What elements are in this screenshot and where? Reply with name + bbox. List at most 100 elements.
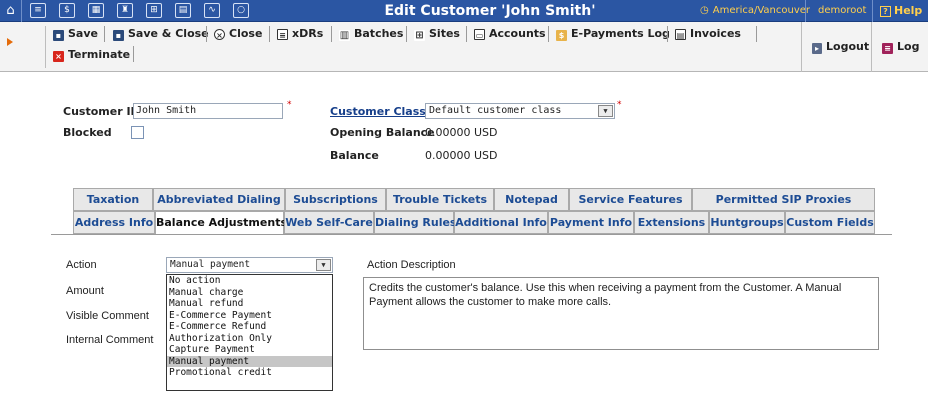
action-description-box: Credits the customer's balance. Use this… — [363, 277, 879, 350]
amount-label: Amount — [66, 285, 104, 297]
action-select[interactable]: Manual payment ▼ — [166, 257, 333, 273]
tab-service-features[interactable]: Service Features — [569, 188, 692, 211]
floppy-close-icon: ▪ — [113, 30, 124, 41]
required-marker: * — [617, 100, 622, 110]
sites-button[interactable]: ⊞ Sites — [414, 25, 460, 43]
timezone-label: America/Vancouver — [712, 5, 811, 16]
xdrs-button[interactable]: ≡ xDRs — [277, 25, 323, 43]
toolbar-separator — [104, 26, 105, 42]
toolbar-separator — [466, 26, 467, 42]
customer-class-label[interactable]: Customer Class — [330, 105, 426, 118]
tab-extensions[interactable]: Extensions — [634, 211, 709, 234]
tab-balance-adjustments[interactable]: Balance Adjustments — [155, 211, 287, 235]
invoice-icon: ▤ — [675, 29, 686, 40]
action-label: Action — [66, 259, 97, 271]
batches-button[interactable]: ▥ Batches — [339, 25, 403, 43]
logout-icon: ▸ — [812, 43, 822, 54]
close-label: Close — [229, 27, 263, 40]
customer-class-link[interactable]: Customer Class — [330, 105, 426, 118]
opening-balance-value: 0.00000 USD — [425, 126, 498, 139]
dropdown-option[interactable]: Capture Payment — [167, 344, 332, 356]
tab-trouble-tickets[interactable]: Trouble Tickets — [386, 188, 494, 211]
terminate-icon: × — [53, 51, 64, 62]
epayments-log-button[interactable]: $ E-Payments Log — [556, 25, 670, 43]
tab-additional-info[interactable]: Additional Info — [454, 211, 548, 234]
home-icon[interactable]: ⌂ — [0, 0, 22, 22]
page-title: Edit Customer 'John Smith' — [384, 3, 596, 19]
logout-button[interactable]: ▸ Logout — [812, 38, 869, 56]
tab-web-self-care[interactable]: Web Self-Care — [284, 211, 374, 234]
toolbar-separator — [548, 26, 549, 42]
customer-class-select[interactable]: Default customer class ▼ — [425, 103, 615, 119]
dropdown-option[interactable]: Manual refund — [167, 298, 332, 310]
chevron-down-icon[interactable]: ▼ — [316, 259, 331, 271]
title-separator — [805, 0, 806, 22]
tab-baseline — [51, 234, 892, 235]
toolbar-collapse-arrow-icon[interactable] — [7, 38, 13, 46]
dropdown-option-selected[interactable]: Manual payment — [167, 355, 332, 367]
floppy-icon: ▪ — [53, 30, 64, 41]
timezone[interactable]: ◷ America/Vancouver — [700, 0, 810, 22]
accounts-label: Accounts — [489, 27, 546, 40]
sites-icon: ⊞ — [414, 30, 425, 41]
batches-label: Batches — [354, 27, 404, 40]
blocked-checkbox[interactable] — [131, 126, 144, 139]
close-button[interactable]: × Close — [214, 25, 262, 43]
invoices-label: Invoices — [690, 27, 741, 40]
tab-payment-info[interactable]: Payment Info — [548, 211, 634, 234]
save-button[interactable]: ▪ Save — [53, 25, 98, 43]
title-bar: ⌂ ≡ $ ▦ ♜ ⊞ ▤ ∿ ○ Edit Customer 'John Sm… — [0, 0, 928, 22]
toolbar-separator — [667, 26, 668, 42]
tab-huntgroups[interactable]: Huntgroups — [709, 211, 785, 234]
invoices-button[interactable]: ▤ Invoices — [675, 25, 741, 43]
dropdown-option[interactable]: No action — [167, 275, 332, 287]
card-icon[interactable]: ▤ — [175, 3, 191, 18]
dropdown-option[interactable]: E-Commerce Refund — [167, 321, 332, 333]
tab-subscriptions[interactable]: Subscriptions — [285, 188, 386, 211]
internal-comment-label: Internal Comment — [66, 334, 154, 346]
terminate-button[interactable]: × Terminate — [53, 46, 130, 64]
dropdown-option[interactable]: Promotional credit — [167, 367, 332, 379]
list-icon[interactable]: ≡ — [30, 3, 46, 18]
help-label: Help — [894, 4, 923, 17]
toolbar-separator — [269, 26, 270, 42]
save-close-button[interactable]: ▪ Save & Close — [113, 25, 209, 43]
required-marker: * — [287, 100, 292, 110]
tab-permitted-sip-proxies[interactable]: Permitted SIP Proxies — [692, 188, 875, 211]
batches-icon: ▥ — [339, 30, 350, 41]
chevron-down-icon[interactable]: ▼ — [598, 105, 613, 117]
dropdown-option[interactable]: Manual charge — [167, 287, 332, 299]
action-dropdown-list[interactable]: No action Manual charge Manual refund E-… — [166, 274, 333, 391]
dropdown-option[interactable]: E-Commerce Payment — [167, 310, 332, 322]
tab-address-info[interactable]: Address Info — [73, 211, 155, 234]
epayments-log-label: E-Payments Log — [571, 27, 670, 40]
current-user[interactable]: demoroot — [818, 0, 866, 22]
log-button[interactable]: ≡ Log — [882, 38, 919, 56]
accounts-icon: ▭ — [474, 29, 485, 40]
balance-value: 0.00000 USD — [425, 149, 498, 162]
tab-notepad[interactable]: Notepad — [494, 188, 569, 211]
tab-custom-fields[interactable]: Custom Fields — [785, 211, 875, 234]
tab-dialing-rules[interactable]: Dialing Rules — [374, 211, 456, 234]
hierarchy-icon[interactable]: ⊞ — [146, 3, 162, 18]
run-icon[interactable]: ♜ — [117, 3, 133, 18]
dollar-icon[interactable]: $ — [59, 3, 75, 18]
tab-taxation[interactable]: Taxation — [73, 188, 153, 211]
clock-icon: ◷ — [700, 5, 709, 16]
toolbar: ▪ Save ▪ Save & Close × Close ≡ xDRs ▥ Batche… — [0, 22, 928, 72]
close-icon: × — [214, 29, 225, 40]
grid-icon[interactable]: ▦ — [88, 3, 104, 18]
search-icon[interactable]: ○ — [233, 3, 249, 18]
log-label: Log — [897, 40, 920, 53]
logout-label: Logout — [826, 40, 870, 53]
customer-id-input[interactable]: John Smith — [133, 103, 283, 119]
action-value: Manual payment — [170, 259, 251, 270]
toolbar-divider — [45, 26, 46, 68]
tab-abbreviated-dialing[interactable]: Abbreviated Dialing — [153, 188, 285, 211]
log-icon: ≡ — [882, 43, 893, 54]
help-icon: ? — [880, 6, 891, 17]
accounts-button[interactable]: ▭ Accounts — [474, 25, 546, 43]
dropdown-option[interactable]: Authorization Only — [167, 333, 332, 345]
help-button[interactable]: ? Help — [880, 0, 922, 22]
chart-icon[interactable]: ∿ — [204, 3, 220, 18]
